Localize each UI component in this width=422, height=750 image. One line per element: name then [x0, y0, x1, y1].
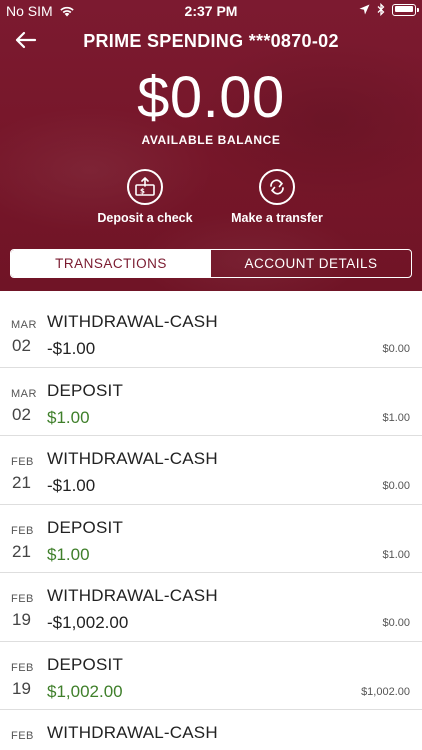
transaction-row[interactable]: FEB 21 DEPOSIT $1.00 $1.00 — [0, 505, 422, 573]
deposit-check-button[interactable]: $ Deposit a check — [75, 169, 215, 225]
transaction-month: FEB — [11, 456, 34, 468]
transaction-description: WITHDRAWAL-CASH — [47, 312, 218, 331]
transaction-row[interactable]: FEB 19 DEPOSIT $1,002.00 $1,002.00 — [0, 642, 422, 710]
tab-account-details[interactable]: ACCOUNT DETAILS — [211, 250, 411, 277]
available-balance-amount: $0.00 — [137, 65, 285, 130]
check-deposit-icon: $ — [135, 177, 155, 196]
transaction-amount: -$1.00 — [47, 339, 96, 358]
transaction-day: 19 — [12, 678, 31, 698]
transaction-amount: -$1,002.00 — [47, 613, 129, 632]
transaction-amount: $1.00 — [47, 407, 90, 427]
transaction-day: 02 — [12, 404, 31, 424]
transaction-day: 02 — [12, 336, 31, 355]
transaction-row[interactable]: MAR 02 DEPOSIT $1.00 $1.00 — [0, 368, 422, 436]
location-arrow-icon — [359, 4, 370, 15]
transaction-amount: $1.00 — [47, 544, 90, 564]
deposit-check-label: Deposit a check — [97, 211, 193, 225]
make-transfer-icon-circle — [259, 169, 295, 205]
transaction-row[interactable]: FEB WITHDRAWAL-CASH — [0, 710, 422, 750]
transaction-description: DEPOSIT — [47, 517, 124, 537]
account-header: No SIM 2:37 PM PRIME SPENDING ***0870-02… — [0, 0, 422, 291]
transaction-description: DEPOSIT — [47, 654, 124, 674]
deposit-check-icon-circle: $ — [127, 169, 163, 205]
account-title: PRIME SPENDING ***0870-02 — [83, 31, 339, 51]
transaction-running-balance: $0.00 — [382, 343, 410, 355]
battery-icon — [392, 3, 419, 16]
transaction-day: 21 — [12, 541, 31, 561]
account-screen: No SIM 2:37 PM PRIME SPENDING ***0870-02… — [0, 0, 422, 750]
transaction-description: WITHDRAWAL-CASH — [47, 586, 218, 605]
transaction-row[interactable]: FEB 21 WITHDRAWAL-CASH -$1.00 $0.00 — [0, 436, 422, 505]
transaction-running-balance: $1.00 — [382, 411, 410, 424]
transaction-row[interactable]: FEB 19 WITHDRAWAL-CASH -$1,002.00 $0.00 — [0, 573, 422, 642]
transaction-amount: $1,002.00 — [47, 681, 123, 701]
bluetooth-icon — [377, 3, 385, 16]
transaction-month: FEB — [11, 593, 34, 605]
transaction-month: MAR — [11, 319, 37, 331]
make-transfer-button[interactable]: Make a transfer — [207, 169, 347, 225]
transaction-running-balance: $0.00 — [382, 617, 410, 629]
transaction-amount: -$1.00 — [47, 476, 96, 495]
transaction-month: FEB — [11, 661, 34, 674]
segmented-tabs: TRANSACTIONS ACCOUNT DETAILS — [10, 249, 412, 278]
transaction-description: WITHDRAWAL-CASH — [47, 449, 218, 468]
transaction-row[interactable]: MAR 02 WITHDRAWAL-CASH -$1.00 $0.00 — [0, 299, 422, 368]
svg-text:$: $ — [140, 188, 145, 196]
transaction-description: DEPOSIT — [47, 380, 124, 400]
transaction-running-balance: $1.00 — [382, 548, 410, 561]
transaction-running-balance: $0.00 — [382, 480, 410, 492]
transaction-description: WITHDRAWAL-CASH — [47, 723, 218, 742]
transaction-day: 19 — [12, 610, 31, 629]
transaction-running-balance: $1,002.00 — [361, 685, 410, 698]
available-balance-label: AVAILABLE BALANCE — [141, 133, 281, 147]
make-transfer-label: Make a transfer — [231, 211, 323, 225]
status-right — [359, 3, 419, 16]
transaction-day: 21 — [12, 473, 31, 492]
transaction-month: MAR — [11, 387, 37, 400]
transaction-month: FEB — [11, 524, 34, 537]
transaction-list: MAR 02 WITHDRAWAL-CASH -$1.00 $0.00 MAR 02 DEPO… — [0, 299, 422, 750]
status-bar: No SIM 2:37 PM — [0, 0, 422, 22]
transaction-month: FEB — [11, 730, 34, 742]
tab-transactions[interactable]: TRANSACTIONS — [11, 250, 211, 277]
transfer-arrows-icon — [270, 179, 284, 195]
